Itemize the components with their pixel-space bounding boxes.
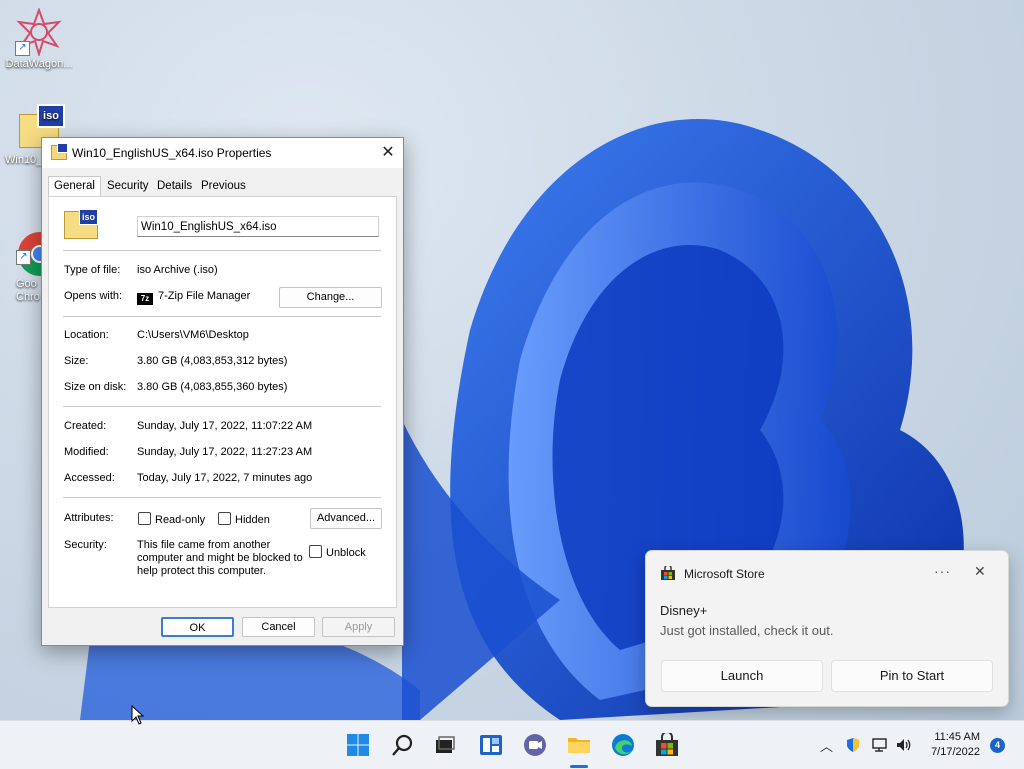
launch-button[interactable]: Launch [661, 660, 823, 692]
tab-general[interactable]: General [48, 176, 101, 197]
close-button[interactable]: ✕ [373, 138, 403, 168]
7zip-icon: 7z [137, 293, 153, 305]
chevron-up-icon[interactable]: ︿ [820, 736, 833, 755]
desktop-icon-label: Win10_ [5, 154, 43, 166]
mouse-cursor-icon [131, 705, 145, 725]
security-text-line: computer and might be blocked to [137, 552, 303, 564]
search-icon[interactable] [391, 733, 415, 757]
start-icon[interactable] [346, 733, 370, 757]
dialog-title: Win10_EnglishUS_x64.iso Properties [72, 146, 272, 160]
iso-file-icon: iso [64, 209, 98, 239]
security-label: Security: [64, 539, 107, 551]
toast-message: Just got installed, check it out. [660, 623, 834, 638]
accessed-value: Today, July 17, 2022, 7 minutes ago [137, 472, 313, 484]
hidden-checkbox[interactable]: Hidden [218, 512, 270, 526]
toast-source: Microsoft Store [684, 567, 765, 581]
unblock-label: Unblock [326, 547, 366, 559]
size-on-disk-value: 3.80 GB (4,083,855,360 bytes) [137, 381, 288, 393]
clock-time: 11:45 AM [934, 731, 980, 743]
security-shield-icon[interactable] [845, 737, 861, 753]
checkbox-box [138, 512, 151, 525]
divider [63, 406, 381, 407]
modified-label: Modified: [64, 446, 109, 458]
close-icon: ✕ [381, 144, 395, 161]
tab-previous-versions[interactable]: Previous Versions [198, 178, 249, 209]
properties-dialog: Win10_EnglishUS_x64.iso Properties ✕ Gen… [41, 137, 404, 646]
shortcut-arrow-icon: ↗ [16, 250, 31, 265]
tab-details[interactable]: Details [154, 178, 195, 195]
edge-icon[interactable] [611, 733, 635, 757]
size-value: 3.80 GB (4,083,853,312 bytes) [137, 355, 288, 367]
created-value: Sunday, July 17, 2022, 11:07:22 AM [137, 420, 313, 432]
chat-icon[interactable] [523, 733, 547, 757]
task-view-icon[interactable] [433, 733, 457, 757]
security-text: This file came from another computer and… [137, 539, 303, 578]
size-on-disk-label: Size on disk: [64, 381, 127, 393]
created-label: Created: [64, 420, 107, 432]
size-label: Size: [64, 355, 89, 367]
microsoft-store-icon [661, 566, 675, 580]
general-panel: iso Win10_EnglishUS_x64.iso Type of file… [48, 196, 397, 608]
volume-icon[interactable] [896, 737, 913, 753]
clock[interactable]: 11:45 AM 7/17/2022 [931, 730, 980, 760]
security-text-line: This file came from another [137, 539, 271, 551]
divider [63, 497, 381, 498]
shortcut-arrow-icon: ↗ [15, 41, 30, 56]
readonly-checkbox[interactable]: Read-only [138, 512, 205, 526]
dialog-titlebar[interactable]: Win10_EnglishUS_x64.iso Properties ✕ [42, 138, 403, 168]
checkbox-box [309, 545, 322, 558]
notification-badge[interactable]: 4 [990, 738, 1005, 753]
opens-with-app: 7-Zip File Manager [158, 290, 251, 302]
security-text-line: help protect this computer. [137, 565, 267, 577]
checkbox-box [218, 512, 231, 525]
divider [63, 250, 381, 251]
notification-toast[interactable]: Microsoft Store ··· ✕ Disney+ Just got i… [645, 550, 1009, 707]
iso-badge: iso [79, 209, 98, 225]
tab-security[interactable]: Security [104, 178, 152, 195]
readonly-label: Read-only [155, 514, 206, 526]
change-button[interactable]: Change... [279, 287, 382, 308]
opens-with-label: Opens with: [64, 290, 123, 302]
toast-app-name: Disney+ [660, 603, 708, 618]
network-icon[interactable] [872, 737, 889, 753]
accessed-label: Accessed: [64, 472, 115, 484]
pin-to-start-button[interactable]: Pin to Start [831, 660, 993, 692]
file-name-input[interactable]: Win10_EnglishUS_x64.iso [137, 216, 379, 237]
attributes-label: Attributes: [64, 512, 114, 524]
taskbar: ︿ 11:45 AM 7/17/2022 4 [0, 720, 1024, 769]
location-label: Location: [64, 329, 109, 341]
apply-button[interactable]: Apply [322, 617, 395, 637]
file-explorer-icon[interactable] [567, 733, 591, 757]
type-label: Type of file: [64, 264, 121, 276]
more-options-icon[interactable]: ··· [934, 563, 951, 579]
unblock-checkbox[interactable]: Unblock [309, 545, 366, 559]
widgets-icon[interactable] [479, 733, 503, 757]
clock-date: 7/17/2022 [931, 746, 980, 758]
datawagon-icon: ↗ [15, 7, 63, 58]
desktop-icon-datawagon[interactable]: ↗ DataWagon... [0, 7, 78, 71]
microsoft-store-icon[interactable] [655, 733, 679, 757]
desktop-icon-label: Goo Chro [16, 278, 40, 303]
modified-value: Sunday, July 17, 2022, 11:27:23 AM [137, 446, 313, 458]
desktop-icon-label: DataWagon... [5, 58, 73, 70]
opens-with-value: 7z 7-Zip File Manager [137, 290, 250, 305]
cancel-button[interactable]: Cancel [242, 617, 315, 637]
advanced-button[interactable]: Advanced... [310, 508, 382, 529]
close-icon[interactable]: ✕ [974, 563, 986, 580]
ok-button[interactable]: OK [161, 617, 234, 637]
hidden-label: Hidden [235, 514, 270, 526]
iso-file-icon [51, 143, 68, 160]
type-value: iso Archive (.iso) [137, 264, 218, 276]
location-value: C:\Users\VM6\Desktop [137, 329, 249, 341]
divider [63, 316, 381, 317]
